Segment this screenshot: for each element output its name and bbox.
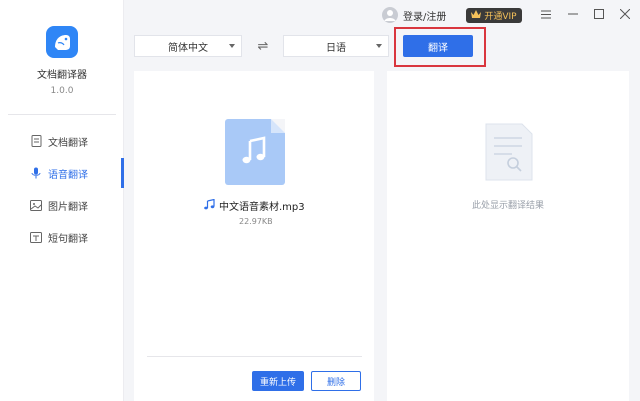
file-size: 22.97KB xyxy=(239,217,273,226)
source-language-select[interactable]: 简体中文 xyxy=(134,35,242,57)
microphone-icon xyxy=(30,167,42,179)
app-version: 1.0.0 xyxy=(50,86,74,96)
audio-file-icon xyxy=(225,119,285,185)
minimize-icon[interactable] xyxy=(565,6,581,22)
app-name: 文档翻译器 xyxy=(37,70,87,81)
panel-divider xyxy=(147,356,362,357)
sidebar-item-sentence-translate[interactable]: 短句翻译 xyxy=(0,222,124,252)
sidebar-item-image-translate[interactable]: 图片翻译 xyxy=(0,190,124,220)
sidebar-item-label: 图片翻译 xyxy=(48,201,88,213)
target-language-value: 日语 xyxy=(326,42,346,54)
delete-button[interactable]: 删除 xyxy=(311,371,361,391)
highlight-box xyxy=(394,27,486,67)
chevron-down-icon xyxy=(376,44,382,48)
crown-icon xyxy=(471,10,482,21)
result-placeholder: 此处显示翻译结果 xyxy=(471,201,544,211)
document-icon xyxy=(30,135,42,147)
image-icon xyxy=(30,199,42,211)
empty-result-icon xyxy=(484,122,534,182)
sidebar-item-label: 语音翻译 xyxy=(48,169,88,181)
sidebar-item-label: 文档翻译 xyxy=(48,137,88,149)
file-name: 中文语音素材.mp3 xyxy=(204,198,305,213)
login-register-link[interactable]: 登录/注册 xyxy=(403,8,446,23)
sidebar-item-label: 短句翻译 xyxy=(48,233,88,245)
close-icon[interactable] xyxy=(617,6,633,22)
swap-languages-icon[interactable]: ⇌ xyxy=(254,38,272,54)
file-name-text: 中文语音素材.mp3 xyxy=(219,202,305,213)
bird-icon xyxy=(55,35,70,50)
translation-result-panel xyxy=(387,71,629,401)
sidebar-item-voice-translate[interactable]: 语音翻译 xyxy=(0,158,124,188)
menu-icon[interactable] xyxy=(538,6,554,22)
avatar[interactable] xyxy=(382,7,398,23)
vip-button[interactable]: 开通VIP xyxy=(466,8,522,23)
music-note-icon xyxy=(204,198,215,213)
app-logo xyxy=(46,26,78,58)
reupload-button[interactable]: 重新上传 xyxy=(252,371,304,391)
chevron-down-icon xyxy=(229,44,235,48)
sidebar-item-document-translate[interactable]: 文档翻译 xyxy=(0,126,124,156)
vip-label: 开通VIP xyxy=(484,12,517,22)
maximize-icon[interactable] xyxy=(591,6,607,22)
target-language-select[interactable]: 日语 xyxy=(283,35,389,57)
sidebar-divider xyxy=(8,114,116,115)
source-language-value: 简体中文 xyxy=(168,42,208,54)
text-icon xyxy=(30,231,42,243)
